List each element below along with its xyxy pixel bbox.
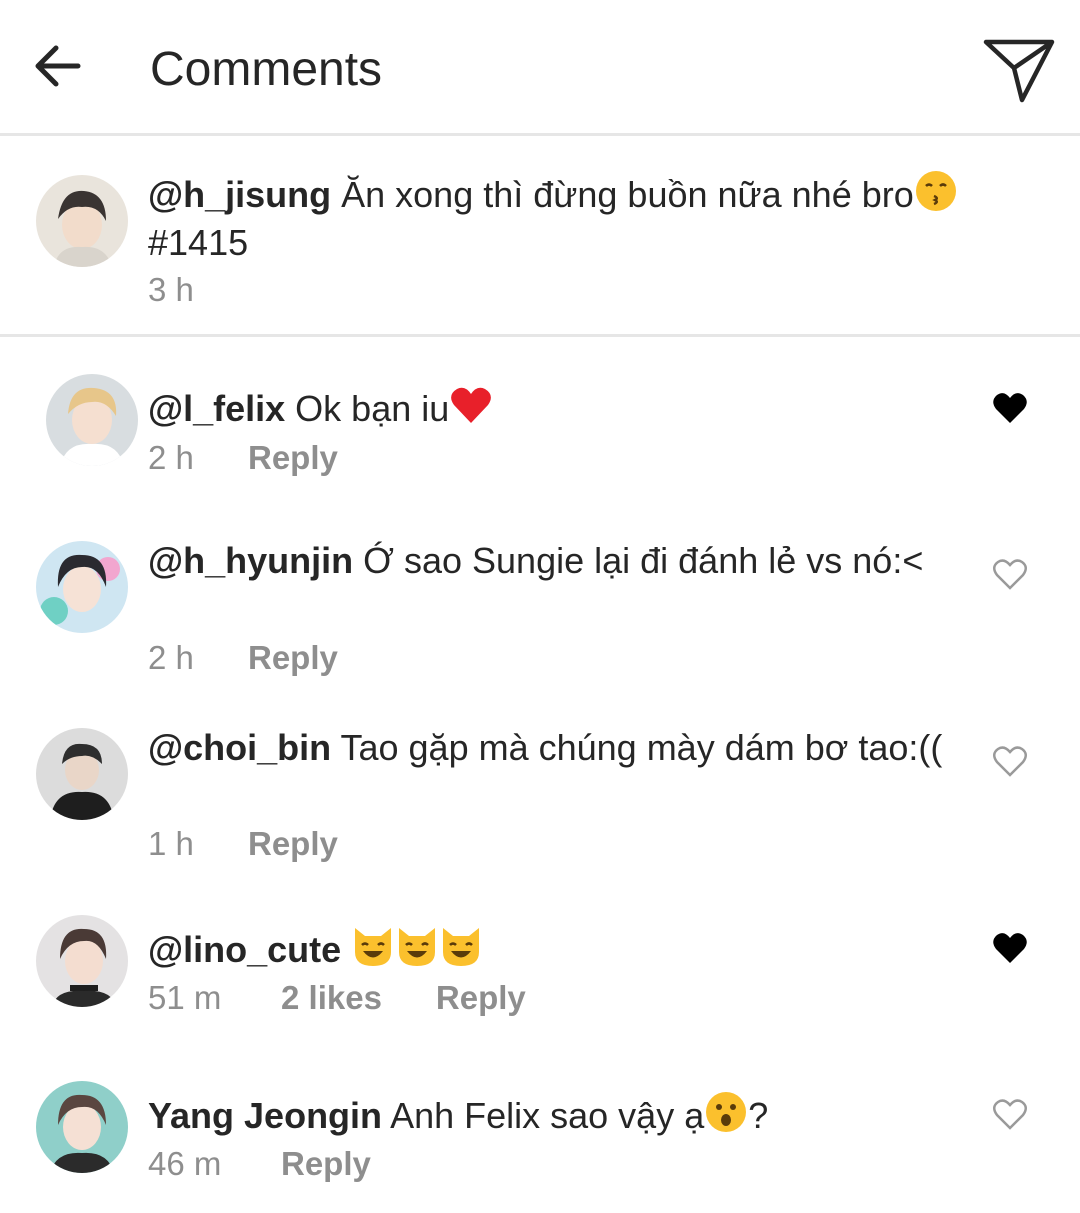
avatar[interactable] <box>36 175 128 267</box>
paper-plane-icon <box>983 39 1055 103</box>
grinning-cat-emoji-icon <box>439 924 483 968</box>
avatar[interactable] <box>36 915 128 1007</box>
comment-body: Tao gặp mà chúng mày dám bơ tao:(( <box>331 727 943 768</box>
comment-meta: 1 h Reply <box>148 824 338 864</box>
comment-time: 46 m <box>148 1145 222 1182</box>
kissing-face-emoji-icon <box>914 169 958 213</box>
comment-time: 2 h <box>148 639 194 676</box>
comment-username[interactable]: @l_felix <box>148 388 285 429</box>
arrow-left-icon <box>35 45 81 87</box>
red-heart-emoji-icon <box>449 383 493 427</box>
heart-filled-icon <box>993 393 1027 423</box>
heart-outline-icon <box>993 559 1027 590</box>
caption-hashtag[interactable]: #1415 <box>148 222 248 263</box>
avatar-photo <box>36 915 128 1007</box>
avatar-photo <box>36 541 128 633</box>
comment-time: 1 h <box>148 825 194 862</box>
reply-button[interactable]: Reply <box>436 978 526 1018</box>
comment-text: @l_felix Ok bạn iu <box>148 383 1008 433</box>
reply-button[interactable]: Reply <box>248 824 338 864</box>
comment-username[interactable]: @h_hyunjin <box>148 540 353 581</box>
hushed-face-emoji-icon <box>704 1090 748 1134</box>
like-button[interactable] <box>992 744 1028 778</box>
back-button[interactable] <box>28 36 88 96</box>
caption-meta: 3 h <box>148 270 194 310</box>
comment-body <box>341 929 351 970</box>
avatar-photo <box>36 1081 128 1173</box>
comment-body: Ớ sao Sungie lại đi đánh lẻ vs nó:< <box>353 540 924 581</box>
share-button[interactable] <box>982 36 1056 106</box>
reply-button[interactable]: Reply <box>248 438 338 478</box>
comment-meta: 46 m Reply <box>148 1144 371 1184</box>
grinning-cat-emoji-icon <box>351 924 395 968</box>
likes-count[interactable]: 2 likes <box>281 978 382 1018</box>
avatar[interactable] <box>36 728 128 820</box>
comment-body: Anh Felix sao vậy ạ <box>382 1095 705 1136</box>
avatar[interactable] <box>36 1081 128 1173</box>
comment-text: @h_hyunjin Ớ sao Sungie lại đi đánh lẻ v… <box>148 537 1008 585</box>
comment-body-end: ? <box>748 1095 769 1136</box>
comment-text: Yang Jeongin Anh Felix sao vậy ạ? <box>148 1090 1008 1140</box>
caption-time: 3 h <box>148 271 194 308</box>
heart-outline-icon <box>993 1099 1027 1130</box>
comment-body: Ok bạn iu <box>285 388 450 429</box>
post-caption: @h_jisung Ăn xong thì đừng buồn nữa nhé … <box>0 139 1080 337</box>
comment-text: @choi_bin Tao gặp mà chúng mày dám bơ ta… <box>148 724 1008 772</box>
grinning-cat-emoji-icon <box>395 924 439 968</box>
comment-meta: 51 m 2 likes Reply <box>148 978 526 1018</box>
comment-username[interactable]: Yang Jeongin <box>148 1095 382 1136</box>
top-bar: Comments <box>0 0 1080 136</box>
like-button[interactable] <box>992 931 1028 965</box>
avatar-photo <box>36 175 128 267</box>
heart-outline-icon <box>993 746 1027 777</box>
reply-button[interactable]: Reply <box>248 638 338 678</box>
avatar-photo <box>46 374 138 466</box>
comment-time: 2 h <box>148 439 194 476</box>
avatar[interactable] <box>46 374 138 466</box>
avatar-photo <box>36 728 128 820</box>
comment-time: 51 m <box>148 979 222 1016</box>
comment-meta: 2 h Reply <box>148 438 338 478</box>
comment-text: @lino_cute <box>148 924 1008 974</box>
caption-text: @h_jisung Ăn xong thì đừng buồn nữa nhé … <box>148 169 1008 267</box>
comment-username[interactable]: @lino_cute <box>148 929 341 970</box>
comment-username[interactable]: @choi_bin <box>148 727 331 768</box>
comment-meta: 2 h Reply <box>148 638 338 678</box>
like-button[interactable] <box>992 1097 1028 1131</box>
reply-button[interactable]: Reply <box>281 1144 371 1184</box>
caption-body: Ăn xong thì đừng buồn nữa nhé bro <box>331 174 914 215</box>
like-button[interactable] <box>992 391 1028 425</box>
page-title: Comments <box>150 43 383 96</box>
avatar[interactable] <box>36 541 128 633</box>
like-button[interactable] <box>992 557 1028 591</box>
heart-filled-icon <box>993 933 1027 963</box>
caption-username[interactable]: @h_jisung <box>148 174 331 215</box>
